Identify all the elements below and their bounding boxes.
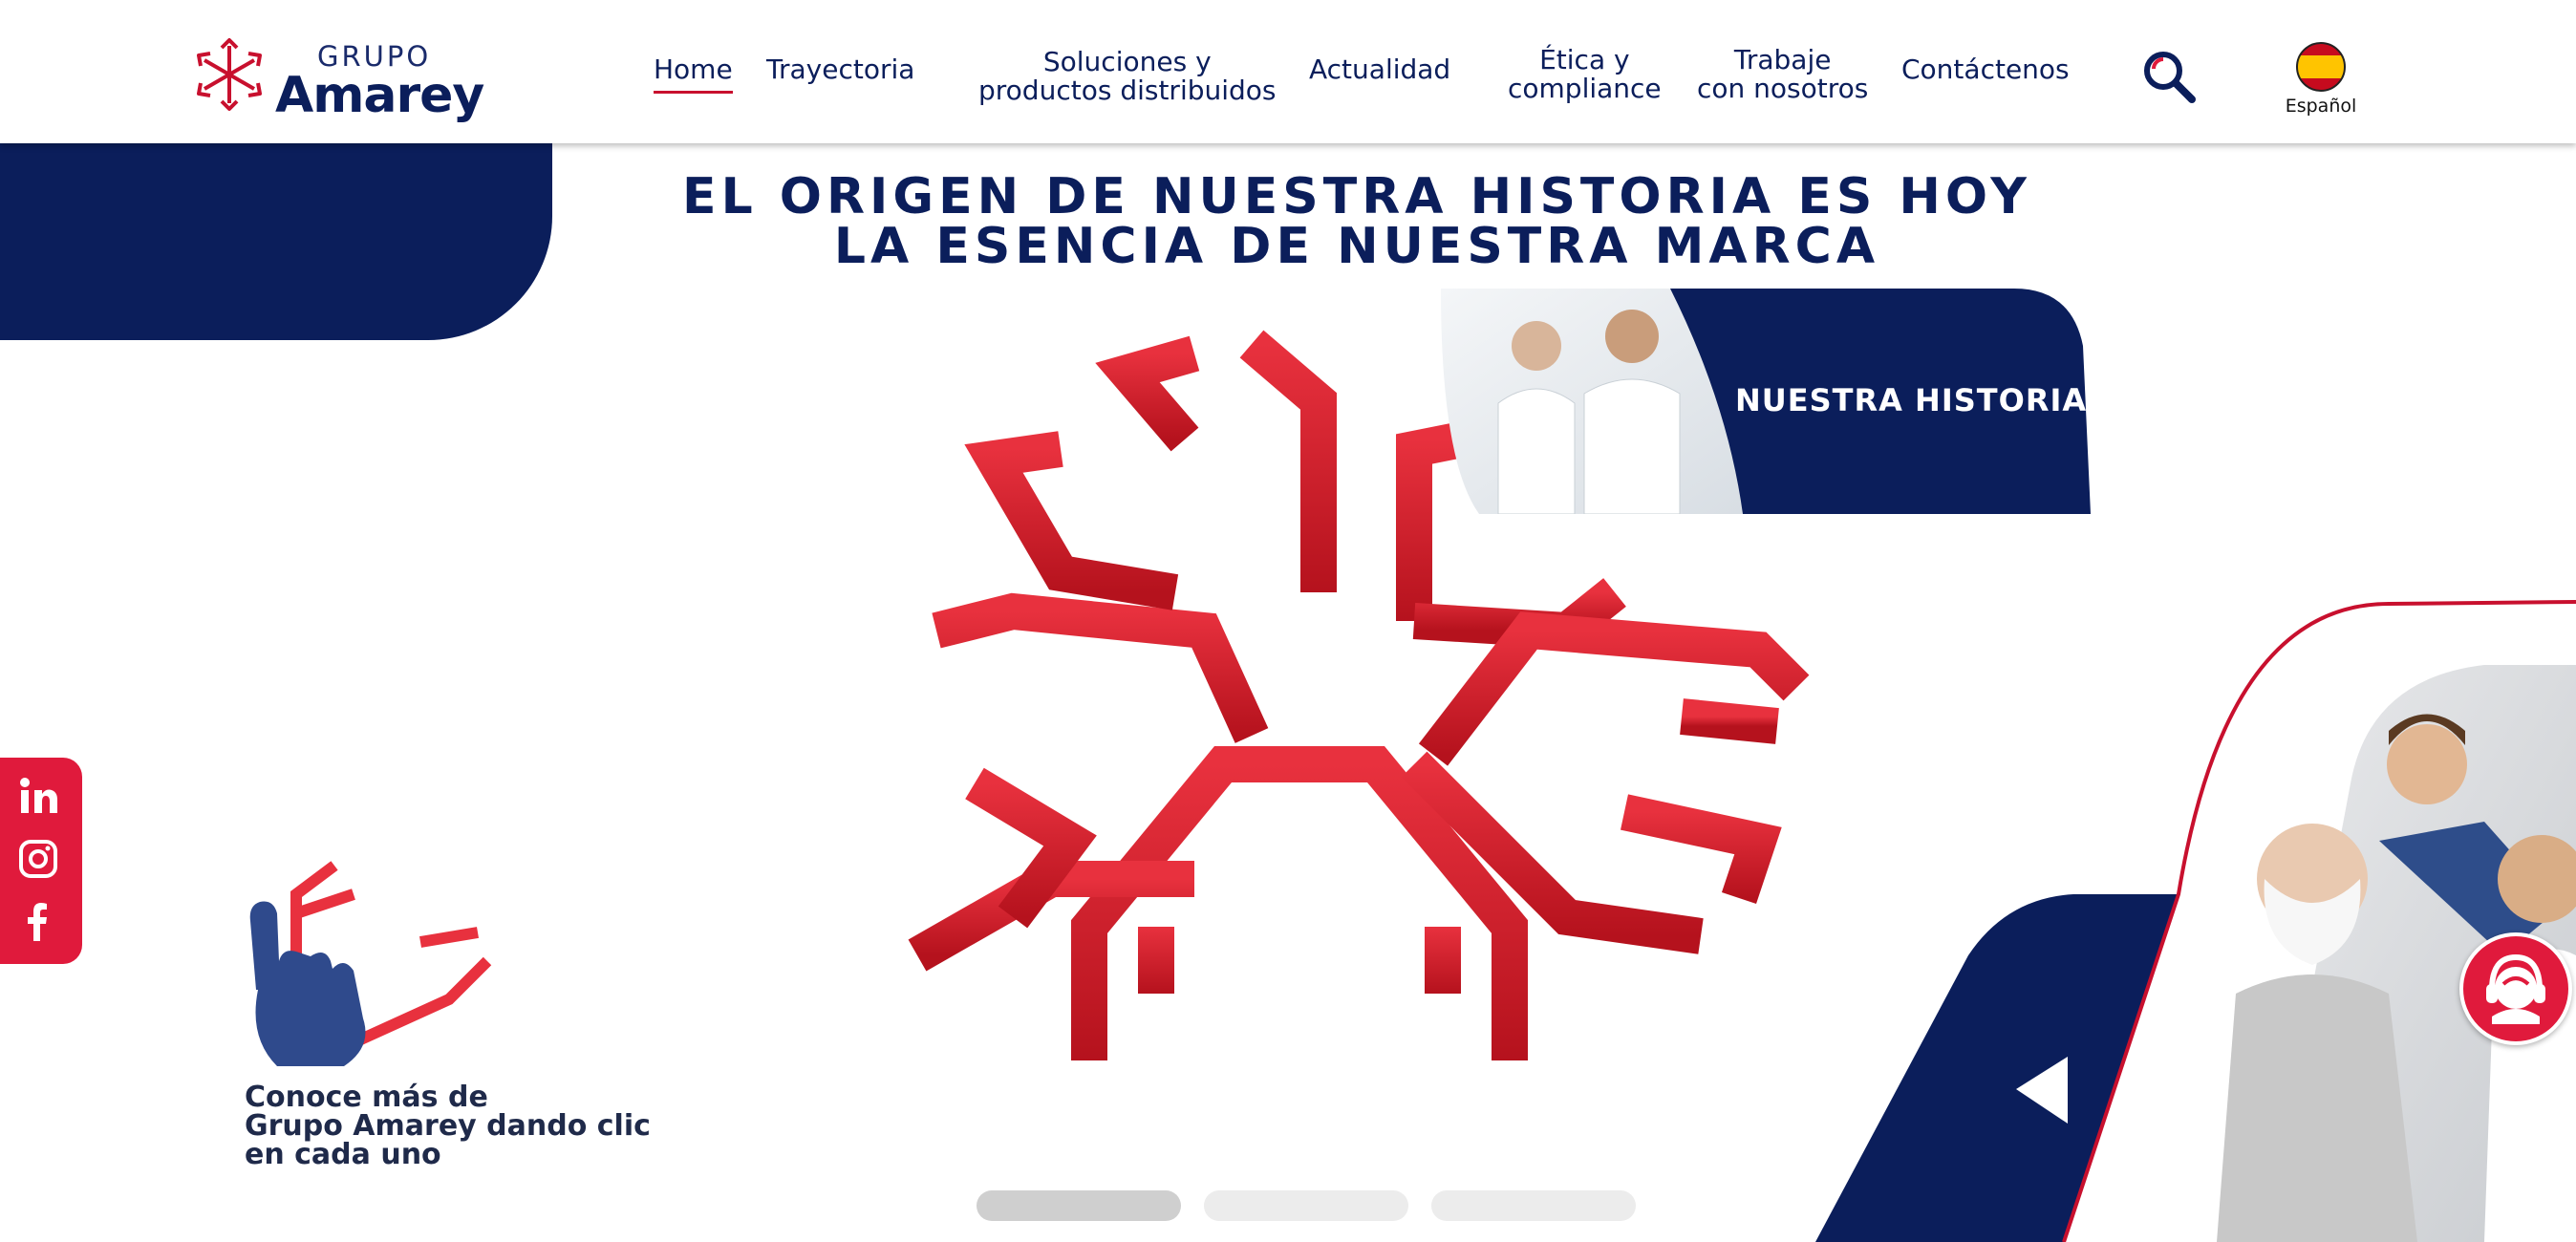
hero-title-line1: EL ORIGEN DE NUESTRA HISTORIA ES HOY [682, 168, 2031, 225]
amarey-snowflake-logo-icon [197, 38, 262, 111]
carousel-dot-2[interactable] [1204, 1190, 1408, 1221]
facebook-icon[interactable] [17, 901, 59, 943]
linkedin-icon[interactable] [17, 775, 59, 817]
nav-actualidad[interactable]: Actualidad [1309, 55, 1450, 84]
family-promo-image [1815, 600, 2576, 1242]
nuestra-historia-button-label[interactable]: NUESTRA HISTORIA [1735, 382, 2087, 418]
hero-title: EL ORIGEN DE NUESTRA HISTORIA ES HOY LA … [612, 172, 2102, 271]
hint-line2: Grupo Amarey dando clic [245, 1109, 651, 1143]
customer-support-button[interactable] [2459, 932, 2572, 1045]
language-selector[interactable]: Español [2278, 42, 2364, 118]
logo-amarey-text: Amarey [275, 67, 484, 124]
nav-soluciones[interactable]: Soluciones y productos distribuidos [978, 48, 1277, 105]
nav-soluciones-line1: Soluciones y [1042, 46, 1212, 77]
carousel-dot-3[interactable] [1431, 1190, 1636, 1221]
nav-soluciones-line2: productos distribuidos [978, 75, 1277, 106]
search-icon[interactable] [2140, 48, 2198, 105]
hint-line1: Conoce más de [245, 1081, 488, 1114]
nav-trabaje-line2: con nosotros [1697, 73, 1869, 104]
nav-trayectoria[interactable]: Trayectoria [766, 55, 914, 84]
headset-agent-icon [2486, 953, 2545, 1024]
nav-home[interactable]: Home [654, 55, 733, 94]
hint-text: Conoce más de Grupo Amarey dando clic en… [245, 1083, 651, 1169]
spain-flag-icon [2296, 42, 2346, 92]
hand-pointer-icon [249, 861, 492, 1066]
social-links-bar [0, 758, 82, 964]
site-header: GRUPO Amarey Home Trayectoria Soluciones… [0, 0, 2576, 143]
hero-title-line2: LA ESENCIA DE NUESTRA MARCA [833, 218, 1880, 275]
nav-etica-line2: compliance [1508, 73, 1662, 104]
instagram-icon[interactable] [17, 838, 59, 880]
decorative-blue-shape [0, 143, 552, 340]
nav-etica-line1: Ética y [1539, 44, 1630, 75]
nav-trabaje[interactable]: Trabaje con nosotros [1697, 46, 1868, 103]
carousel-dot-1[interactable] [977, 1190, 1181, 1221]
language-label: Español [2285, 96, 2357, 117]
grupo-amarey-logo[interactable]: GRUPO Amarey [189, 34, 484, 124]
nav-etica[interactable]: Ética y compliance [1508, 46, 1662, 103]
carousel-indicators [977, 1190, 1636, 1221]
hint-line3: en cada uno [245, 1138, 441, 1171]
nav-trabaje-line1: Trabaje [1733, 44, 1832, 75]
nav-contactenos[interactable]: Contáctenos [1901, 55, 2070, 84]
